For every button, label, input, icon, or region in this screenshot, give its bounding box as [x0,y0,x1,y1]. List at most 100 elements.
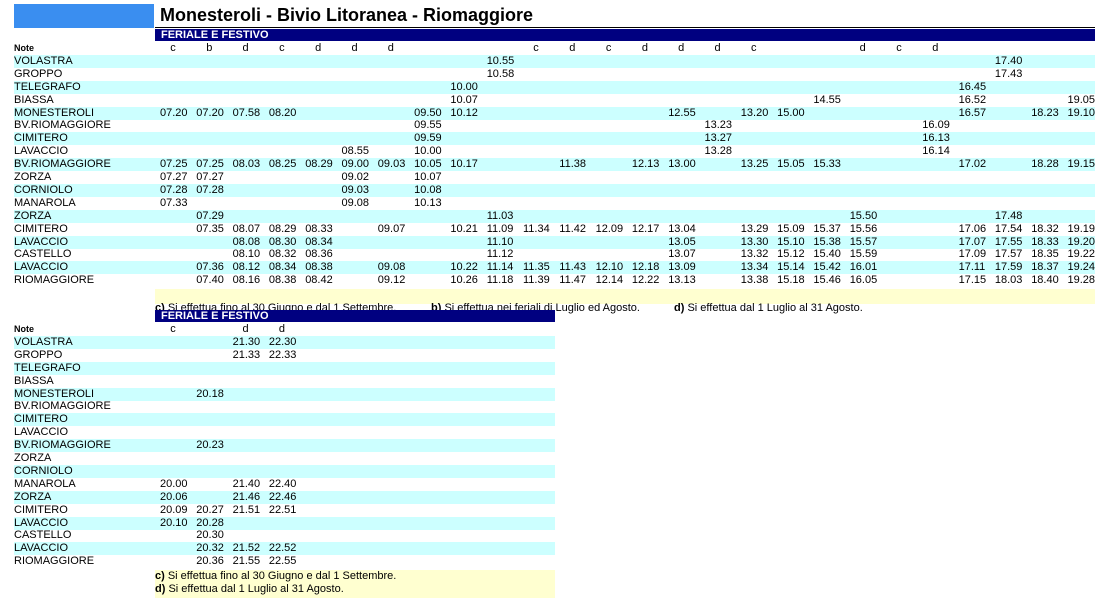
note-code: b [206,42,213,54]
timetable-header: FERIALE E FESTIVO [155,29,1095,41]
departure-time: 13.28 [704,145,733,158]
departure-time: 19.22 [1067,248,1095,261]
departure-time: 13.25 [740,158,769,171]
stop-row: BIASSA 10.07 14.55 16.52 19.05 [14,94,1095,107]
stop-name: GROPPO [14,348,63,361]
stop-row: BV.RIOMAGGIORE 09.55 13.23 16.09 [14,119,1095,132]
departure-time: 22.33 [268,348,297,361]
timetable-header: FERIALE E FESTIVO [155,310,555,322]
stop-name: BV.RIOMAGGIORE [14,119,111,132]
departure-time: 20.06 [160,490,188,503]
departure-time: 09.50 [414,106,442,119]
departure-time: 17.59 [994,261,1023,274]
note-code: d [278,323,285,335]
departure-time: 08.38 [305,261,333,274]
departure-time: 15.33 [813,158,841,171]
departure-time: 09.00 [341,158,370,171]
departure-time: 11.38 [559,158,587,171]
departure-time: 07.25 [160,158,188,171]
departure-time: 20.36 [196,555,224,568]
departure-time: 08.16 [232,274,261,287]
stop-row: MANAROLA 07.33 09.08 10.13 [14,197,1095,210]
notes-label: Note [14,43,34,53]
departure-time: 08.34 [268,261,297,274]
footnote-code: d) [674,302,685,314]
footnotes: c) Si effettua fino al 30 Giugno e dal 1… [155,289,1095,314]
departure-time: 08.32 [268,248,297,261]
stop-name: LAVACCIO [14,426,68,439]
departure-time: 16.09 [922,119,950,132]
stop-row: MANAROLA 20.00 21.40 22.40 [14,478,555,491]
footnote-code: c) [155,570,165,582]
departure-time: 19.24 [1067,261,1095,274]
departure-time: 08.03 [232,158,261,171]
note-code: d [569,42,576,54]
departure-time: 15.18 [777,274,805,287]
stop-row: VOLASTRA 21.30 22.30 [14,335,555,349]
departure-time: 13.07 [668,248,696,261]
departure-time: 11.42 [559,222,587,235]
departure-time: 16.01 [849,261,878,274]
departure-time: 18.33 [1031,235,1059,248]
stop-row: MONESTEROLI 20.18 [14,387,555,401]
departure-time: 15.12 [777,248,805,261]
departure-time: 08.10 [232,248,261,261]
departure-time: 13.20 [740,106,769,119]
note-code: d [242,42,249,54]
stop-name: LAVACCIO [14,261,68,274]
note-code: d [932,42,939,54]
stop-name: CASTELLO [14,529,72,542]
departure-time: 22.51 [268,503,297,516]
departure-time: 17.11 [958,261,986,274]
departure-time: 08.12 [232,261,261,274]
departure-time: 09.12 [377,274,406,287]
title-divider [155,27,1095,28]
departure-time: 10.05 [414,158,442,171]
stop-row: RIOMAGGIORE 07.40 08.16 08.38 08.42 09.12 10.2… [14,274,1095,287]
stop-row: BIASSA [14,375,555,388]
departure-time: 10.26 [450,274,478,287]
departure-time: 18.40 [1031,274,1059,287]
departure-time: 12.22 [631,274,660,287]
departure-time: 17.02 [958,158,987,171]
note-code: c [170,323,176,335]
stop-row: GROPPO 10.58 17.43 [14,68,1095,81]
departure-time: 09.02 [341,171,370,183]
departure-time: 13.27 [704,132,733,145]
departure-time: 11.18 [486,274,514,287]
stop-name: BIASSA [14,93,54,106]
note-code: d [242,323,249,335]
stop-row: LAVACCIO 08.55 10.00 13.28 16.14 [14,145,1095,158]
departure-time: 21.51 [232,503,261,516]
stop-row: LAVACCIO 08.08 08.30 08.34 11.10 13.05 13.30 15… [14,235,1095,249]
departure-time: 07.58 [232,106,261,119]
departure-time: 10.21 [450,222,478,235]
note-code: d [714,42,721,54]
departure-time: 10.55 [486,54,515,67]
note-code: c [170,42,176,54]
stop-name: BV.RIOMAGGIORE [14,439,111,452]
departure-time: 07.35 [196,222,224,235]
departure-time: 21.30 [232,335,261,348]
stop-row: BV.RIOMAGGIORE [14,400,555,413]
departure-time: 21.33 [232,348,261,361]
departure-time: 08.29 [268,222,297,235]
departure-time: 13.38 [740,274,769,287]
footnote-text: Si effettua fino al 30 Giugno e dal 1 Se… [167,570,397,582]
note-code: c [279,42,285,54]
footnote: c) Si effettua fino al 30 Giugno e dal 1… [155,570,396,583]
stop-name: MANAROLA [14,477,76,490]
departure-time: 07.20 [196,106,224,119]
departure-time: 09.07 [377,222,406,235]
departure-time: 18.28 [1031,158,1059,171]
departure-time: 15.14 [777,261,805,274]
departure-time: 19.19 [1067,222,1095,235]
stop-name: CIMITERO [14,503,68,516]
stop-name: LAVACCIO [14,145,68,158]
departure-time: 15.42 [813,261,841,274]
departure-time: 08.33 [305,222,333,235]
departure-time: 13.30 [740,235,769,248]
departure-time: 15.59 [849,248,878,261]
departure-time: 11.43 [559,261,587,274]
departure-time: 21.46 [232,490,261,503]
